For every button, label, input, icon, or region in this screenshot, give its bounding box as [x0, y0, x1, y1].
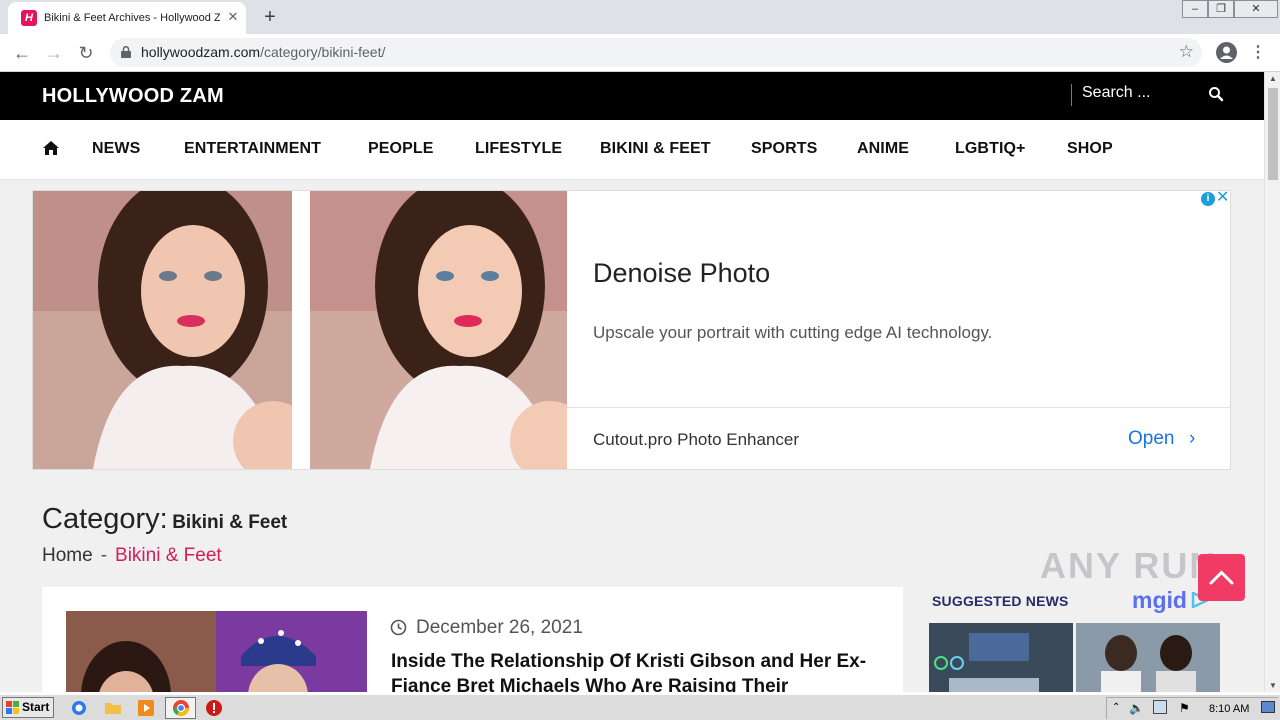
ad-open-button[interactable]: Open	[1128, 427, 1174, 451]
menu-icon[interactable]: ⋮	[1250, 42, 1266, 64]
browser-tabstrip: H Bikini & Feet Archives - Hollywood Zam…	[0, 0, 1280, 34]
nav-sports[interactable]: SPORTS	[751, 139, 817, 159]
star-icon[interactable]: ☆	[1179, 42, 1194, 62]
reload-icon[interactable]: ↻	[72, 39, 100, 67]
scroll-down-icon[interactable]: ▼	[1269, 681, 1277, 690]
breadcrumb-separator: -	[100, 545, 108, 566]
browser-tab[interactable]: H Bikini & Feet Archives - Hollywood Zam…	[8, 2, 246, 34]
adchoices-icon[interactable]: i	[1201, 192, 1215, 206]
favicon-icon: H	[21, 10, 37, 26]
page-scrollbar[interactable]: ▲ ▼	[1264, 72, 1280, 692]
scroll-up-icon[interactable]: ▲	[1269, 74, 1277, 83]
browser-toolbar: ← → ↻ hollywoodzam.com/category/bikini-f…	[0, 34, 1280, 72]
close-icon[interactable]: ✕	[1234, 0, 1278, 18]
chevron-right-icon[interactable]: ›	[1189, 427, 1195, 451]
new-tab-button[interactable]: +	[258, 5, 282, 29]
taskbar: Start ⌃ 🔈 ⚑ 8:10 AM	[0, 694, 1280, 720]
chevron-up-icon	[1209, 570, 1234, 585]
article-card: December 26, 2021 Inside The Relationshi…	[42, 587, 903, 692]
article-date: December 26, 2021	[416, 617, 583, 638]
ad-footer: Cutout.pro Photo Enhancer Open ›	[567, 407, 1231, 469]
suggested-news-widget: SUGGESTED NEWS mgid	[918, 587, 1264, 692]
breadcrumb-current[interactable]: Bikini & Feet	[115, 545, 222, 566]
minimize-icon[interactable]: ‒	[1182, 0, 1208, 18]
suggested-thumb-1[interactable]	[929, 623, 1073, 692]
site-logo[interactable]: HOLLYWOOD ZAM	[42, 84, 224, 108]
restore-icon[interactable]: ❐	[1208, 0, 1234, 18]
profile-glyph	[1220, 46, 1233, 59]
url-text[interactable]: hollywoodzam.com/category/bikini-feet/	[141, 44, 385, 61]
media-player-icon[interactable]	[137, 699, 155, 717]
clock-icon	[390, 619, 407, 636]
nav-people[interactable]: PEOPLE	[368, 139, 434, 159]
lock-icon	[121, 46, 131, 58]
chrome-icon	[172, 700, 190, 717]
tab-title: Bikini & Feet Archives - Hollywood Zam	[44, 12, 220, 24]
windows-flag-icon	[6, 701, 19, 714]
search-divider	[1071, 84, 1072, 106]
home-icon[interactable]	[42, 140, 60, 156]
watermark-text: ANY RUN	[1040, 545, 1218, 586]
back-icon[interactable]: ←	[8, 39, 36, 67]
tray-expand-icon[interactable]: ⌃	[1112, 701, 1120, 715]
action-center-flag-icon[interactable]: ⚑	[1179, 700, 1190, 716]
breadcrumb: Home - Bikini & Feet	[42, 544, 222, 568]
article-thumbnail[interactable]	[66, 611, 367, 692]
search-icon[interactable]	[1208, 86, 1224, 102]
breadcrumb-home[interactable]: Home	[42, 545, 93, 566]
category-name: Bikini & Feet	[172, 512, 288, 533]
ad-description: Upscale your portrait with cutting edge …	[593, 323, 993, 342]
page-viewport: HOLLYWOOD ZAM Search ... NEWS ENTERTAINM…	[0, 72, 1264, 692]
system-tray: ⌃ 🔈 ⚑ 8:10 AM	[1106, 697, 1278, 719]
nav-lifestyle[interactable]: LIFESTYLE	[475, 139, 562, 159]
profile-icon[interactable]	[1216, 42, 1237, 63]
ad-banner[interactable]: i ✕ Denoise Photo Upscale your portrait …	[32, 189, 1231, 470]
url-host: hollywoodzam.com	[141, 44, 261, 60]
start-label: Start	[22, 700, 50, 714]
ad-headline[interactable]: Denoise Photo	[593, 257, 770, 289]
network-icon[interactable]	[1153, 700, 1167, 714]
category-prefix: Category:	[42, 503, 168, 535]
main-nav: NEWS ENTERTAINMENT PEOPLE LIFESTYLE BIKI…	[0, 120, 1264, 180]
address-bar[interactable]: hollywoodzam.com/category/bikini-feet/ ☆	[110, 38, 1202, 67]
nav-bikini-feet[interactable]: BIKINI & FEET	[600, 139, 711, 159]
page-title: Category: Bikini & Feet	[42, 502, 287, 541]
volume-icon[interactable]: 🔈	[1129, 700, 1144, 716]
site-header: HOLLYWOOD ZAM Search ...	[0, 72, 1264, 120]
suggested-news-title: SUGGESTED NEWS	[932, 593, 1069, 609]
nav-anime[interactable]: ANIME	[857, 139, 909, 159]
tab-close-icon[interactable]: ✕	[224, 8, 242, 26]
back-to-top-button[interactable]	[1198, 554, 1245, 601]
start-button[interactable]: Start	[2, 697, 54, 718]
scroll-thumb[interactable]	[1268, 88, 1278, 180]
nav-lgbtiq[interactable]: LGBTIQ+	[955, 139, 1025, 159]
search-input[interactable]: Search ...	[1082, 83, 1150, 103]
alert-icon[interactable]	[205, 699, 223, 717]
ad-photo-after[interactable]	[310, 191, 567, 469]
tray-clock[interactable]: 8:10 AM	[1209, 702, 1249, 716]
nav-entertainment[interactable]: ENTERTAINMENT	[184, 139, 321, 159]
ad-advertiser: Cutout.pro Photo Enhancer	[593, 430, 800, 449]
folder-icon[interactable]	[104, 699, 122, 717]
suggested-thumb-2[interactable]	[1076, 623, 1220, 692]
ad-photo-before[interactable]	[33, 191, 292, 469]
mgid-logo[interactable]: mgid	[1132, 587, 1187, 613]
nav-shop[interactable]: SHOP	[1067, 139, 1113, 159]
show-desktop-icon[interactable]	[1261, 701, 1275, 713]
taskbar-chrome-button[interactable]	[165, 697, 196, 719]
ad-close-icon[interactable]: ✕	[1216, 189, 1229, 207]
forward-icon[interactable]: →	[40, 39, 68, 67]
article-title[interactable]: Inside The Relationship Of Kristi Gibson…	[391, 649, 871, 692]
url-path: /category/bikini-feet/	[260, 44, 386, 60]
nav-news[interactable]: NEWS	[92, 139, 140, 159]
ie-icon[interactable]	[70, 699, 88, 717]
